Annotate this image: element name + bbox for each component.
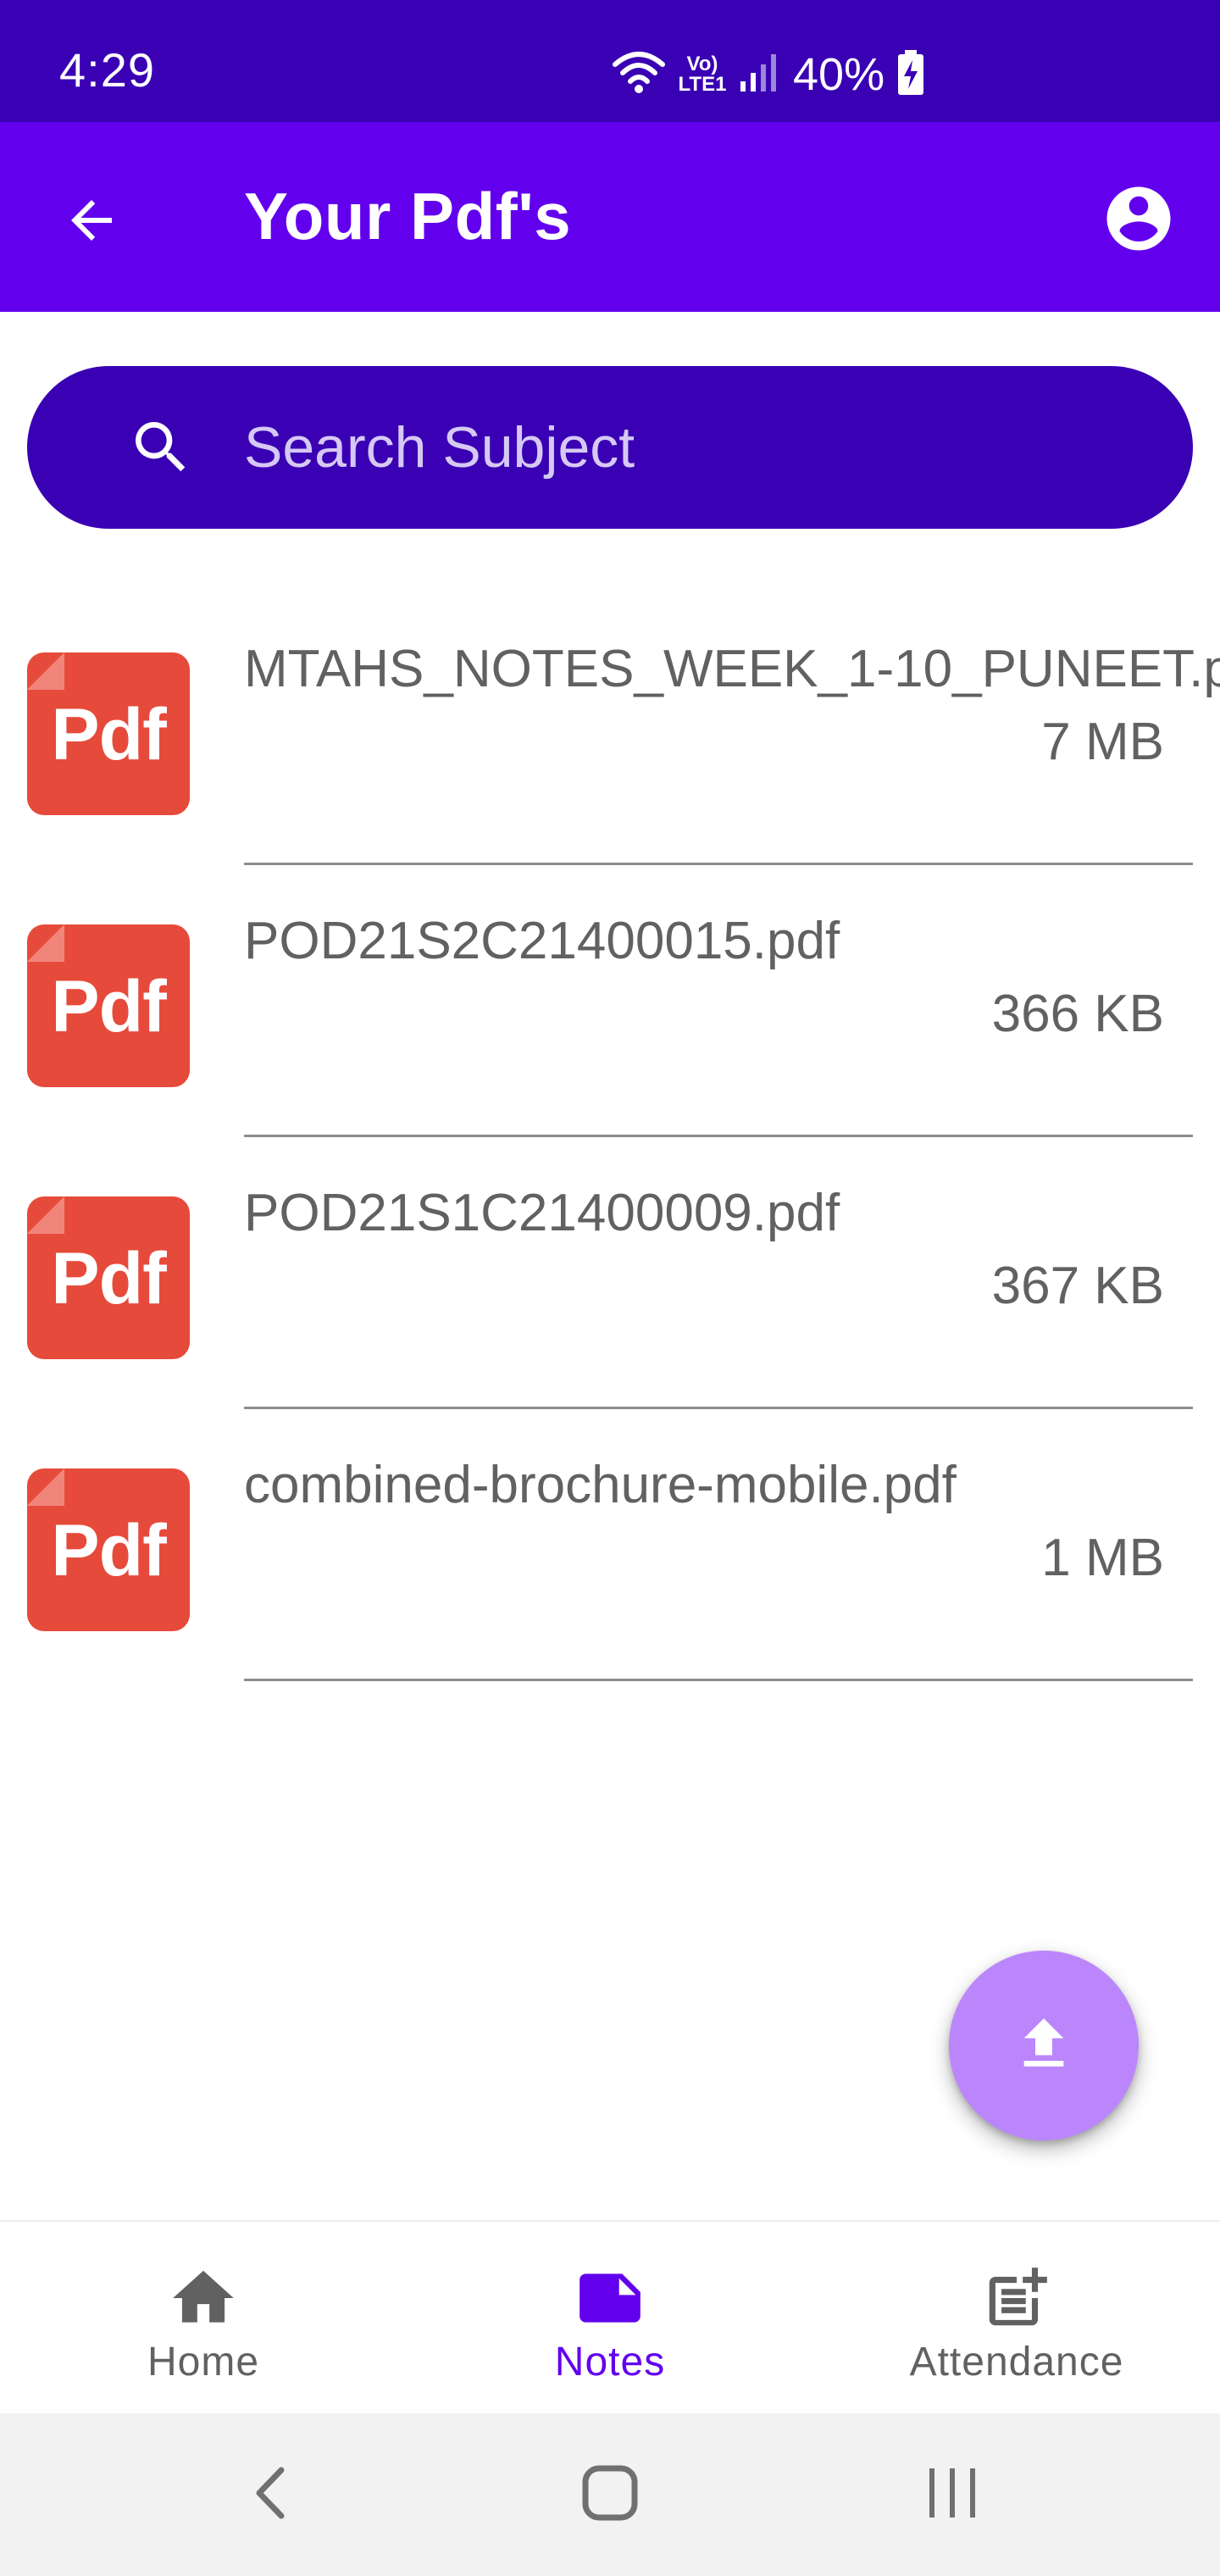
pdf-file-icon: Pdf bbox=[27, 924, 190, 1087]
signal-icon bbox=[739, 53, 776, 97]
pdf-file-icon: Pdf bbox=[27, 652, 190, 815]
status-icons: Vo) LTE1 40% bbox=[612, 44, 925, 105]
pdf-icon-label: Pdf bbox=[51, 1510, 167, 1591]
upload-fab-button[interactable] bbox=[949, 1951, 1139, 2140]
list-item[interactable]: Pdf combined-brochure-mobile.pdf 1 MB bbox=[0, 1409, 1220, 1681]
status-time: 4:29 bbox=[59, 43, 155, 97]
divider bbox=[244, 1679, 1193, 1681]
bottom-navigation: Home Notes Attendance bbox=[0, 2220, 1220, 2413]
pdf-file-icon: Pdf bbox=[27, 1196, 190, 1359]
file-size: 7 MB bbox=[1041, 713, 1164, 771]
list-item[interactable]: Pdf POD21S1C21400009.pdf 367 KB bbox=[0, 1137, 1220, 1409]
volte-label: Vo) LTE1 bbox=[678, 53, 727, 96]
file-name: POD21S2C21400015.pdf bbox=[244, 912, 840, 970]
file-size: 366 KB bbox=[991, 985, 1164, 1043]
file-name: MTAHS_NOTES_WEEK_1-10_PUNEET.pdf bbox=[244, 640, 1220, 698]
search-input[interactable] bbox=[244, 403, 1142, 491]
back-button[interactable] bbox=[51, 181, 132, 263]
search-icon bbox=[127, 414, 195, 481]
upload-icon bbox=[1010, 2010, 1078, 2082]
nav-item-attendance[interactable]: Attendance bbox=[813, 2222, 1220, 2415]
home-icon bbox=[163, 2257, 244, 2339]
battery-charging-icon bbox=[896, 49, 925, 100]
file-size: 1 MB bbox=[1041, 1529, 1164, 1587]
pdf-icon-label: Pdf bbox=[51, 966, 167, 1047]
recents-icon bbox=[923, 2463, 982, 2527]
system-recents-button[interactable] bbox=[893, 2451, 1012, 2539]
list-item[interactable]: Pdf MTAHS_NOTES_WEEK_1-10_PUNEET.pdf 7 M… bbox=[0, 593, 1220, 865]
account-circle-icon bbox=[1101, 180, 1177, 261]
file-name: POD21S1C21400009.pdf bbox=[244, 1184, 840, 1242]
wifi-icon bbox=[612, 49, 666, 101]
chevron-left-icon bbox=[246, 2463, 297, 2527]
system-back-button[interactable] bbox=[212, 2451, 330, 2539]
file-name: combined-brochure-mobile.pdf bbox=[244, 1456, 957, 1514]
nav-label-notes: Notes bbox=[554, 2340, 666, 2384]
search-bar[interactable] bbox=[27, 366, 1193, 529]
system-navigation-bar bbox=[0, 2413, 1220, 2576]
file-size: 367 KB bbox=[991, 1257, 1164, 1315]
post-add-icon bbox=[976, 2257, 1057, 2339]
system-home-button[interactable] bbox=[551, 2451, 669, 2539]
nav-label-home: Home bbox=[147, 2340, 260, 2384]
nav-label-attendance: Attendance bbox=[909, 2340, 1124, 2384]
battery-percentage: 40% bbox=[793, 49, 885, 100]
note-icon bbox=[569, 2257, 651, 2339]
nav-item-home[interactable]: Home bbox=[0, 2222, 407, 2415]
pdf-icon-label: Pdf bbox=[51, 1238, 167, 1319]
list-item[interactable]: Pdf POD21S2C21400015.pdf 366 KB bbox=[0, 865, 1220, 1137]
arrow-back-icon bbox=[61, 190, 122, 255]
status-bar: 4:29 Vo) LTE1 40% bbox=[0, 0, 1220, 122]
square-home-icon bbox=[580, 2463, 640, 2527]
app-bar: Your Pdf's bbox=[0, 122, 1220, 312]
pdf-file-icon: Pdf bbox=[27, 1468, 190, 1631]
nav-item-notes[interactable]: Notes bbox=[407, 2222, 813, 2415]
pdf-icon-label: Pdf bbox=[51, 694, 167, 775]
page-title: Your Pdf's bbox=[244, 179, 572, 253]
account-button[interactable] bbox=[1098, 180, 1179, 261]
